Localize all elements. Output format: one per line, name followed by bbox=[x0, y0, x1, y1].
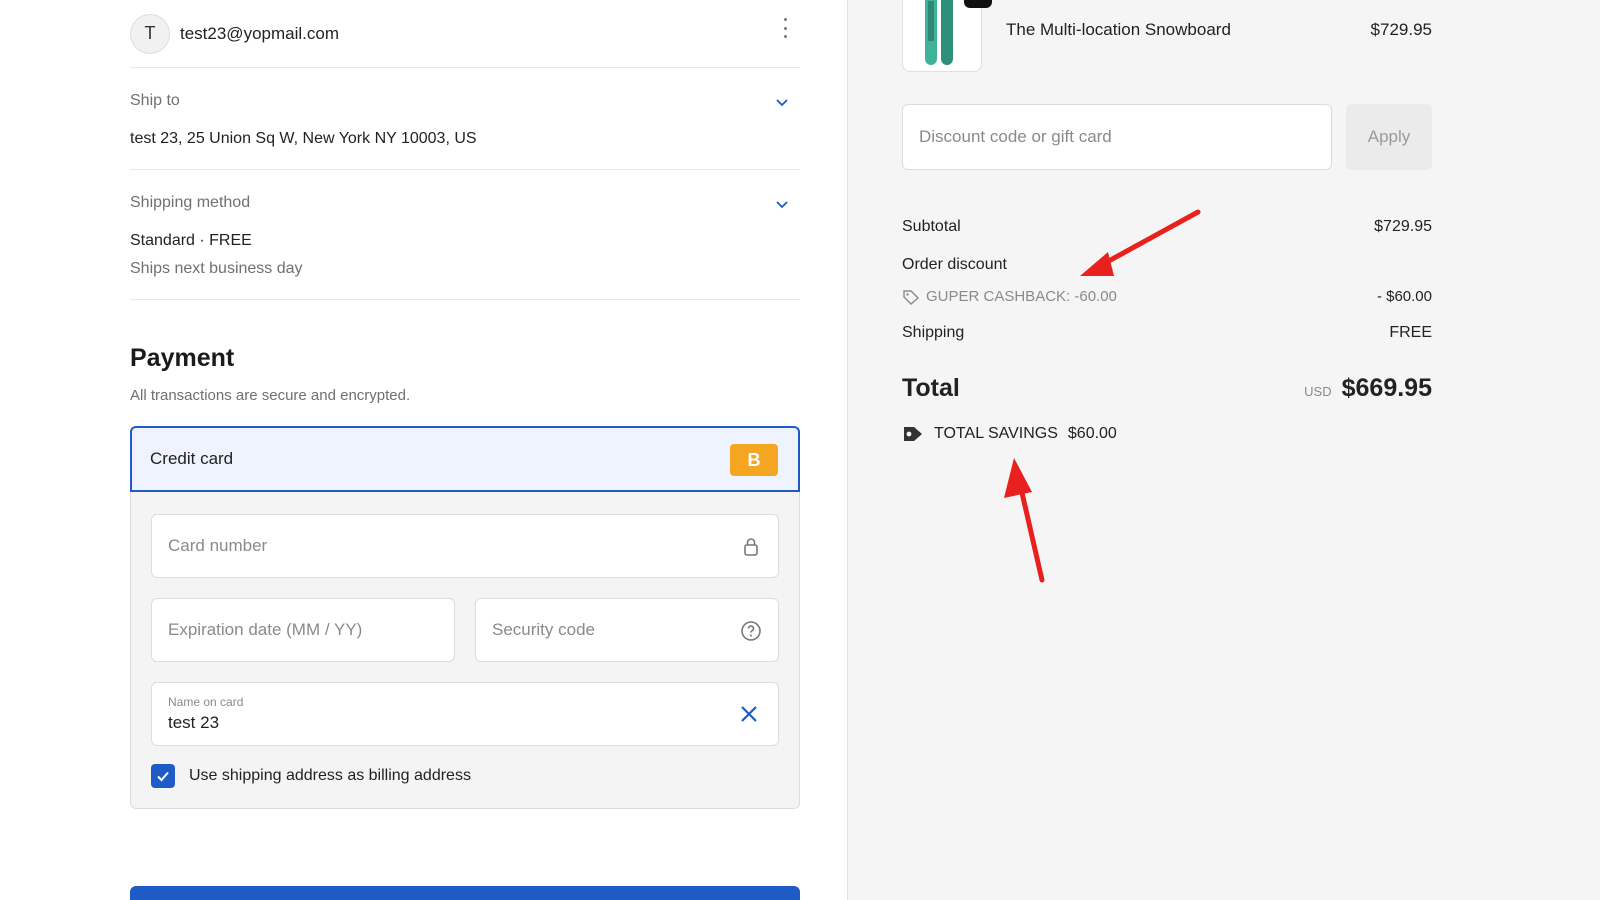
total-savings-value: $60.00 bbox=[1067, 425, 1117, 442]
chevron-down-icon[interactable] bbox=[774, 196, 790, 212]
checkout-form-column: T test23@yopmail.com Ship to test 23, 25… bbox=[0, 0, 848, 900]
help-icon[interactable] bbox=[740, 620, 762, 642]
savings-tag-icon bbox=[904, 427, 922, 441]
payment-subtitle: All transactions are secure and encrypte… bbox=[130, 387, 411, 404]
checkmark-icon bbox=[157, 771, 169, 782]
total-savings-row: TOTAL SAVINGS $60.00 bbox=[902, 424, 1117, 444]
contact-row: T test23@yopmail.com bbox=[130, 0, 800, 68]
checkout-page: T test23@yopmail.com Ship to test 23, 25… bbox=[0, 0, 1600, 900]
discount-code-input[interactable]: Discount code or gift card bbox=[902, 104, 1332, 170]
discount-code-row: GUPER CASHBACK: -60.00 - $60.00 bbox=[902, 288, 1432, 305]
pay-now-button[interactable] bbox=[130, 886, 800, 900]
name-on-card-field[interactable]: Name on card test 23 bbox=[151, 682, 779, 746]
credit-card-option[interactable]: Credit card B bbox=[130, 426, 800, 492]
total-label: Total bbox=[902, 374, 960, 402]
credit-card-label: Credit card bbox=[150, 449, 234, 468]
card-number-field[interactable]: Card number bbox=[151, 514, 779, 578]
checkout-form: T test23@yopmail.com Ship to test 23, 25… bbox=[130, 0, 800, 809]
subtotal-value: $729.95 bbox=[1374, 218, 1432, 235]
order-summary-column: The Multi-location Snowboard $729.95 Dis… bbox=[848, 0, 1600, 900]
discount-code-placeholder: Discount code or gift card bbox=[919, 127, 1112, 146]
expiration-date-field[interactable]: Expiration date (MM / YY) bbox=[151, 598, 455, 662]
shipping-method-value: Standard · FREE bbox=[130, 232, 252, 249]
security-code-placeholder: Security code bbox=[492, 620, 595, 639]
product-name: The Multi-location Snowboard bbox=[1006, 20, 1231, 39]
ship-to-label: Ship to bbox=[130, 92, 180, 109]
lock-icon bbox=[744, 538, 758, 556]
subtotal-label: Subtotal bbox=[902, 218, 961, 235]
product-thumbnail bbox=[902, 0, 982, 72]
name-on-card-label: Name on card bbox=[168, 695, 244, 709]
billing-address-row: Use shipping address as billing address bbox=[151, 764, 779, 788]
discount-value: - $60.00 bbox=[1376, 288, 1432, 305]
shipping-method-label: Shipping method bbox=[130, 194, 251, 211]
chevron-down-icon[interactable] bbox=[774, 94, 790, 110]
avatar: T bbox=[130, 13, 170, 54]
clear-icon[interactable] bbox=[738, 703, 760, 725]
shipping-value: FREE bbox=[1389, 324, 1432, 341]
snowboard-image bbox=[925, 0, 953, 65]
shipping-method-section: Shipping method Standard · FREE Ships ne… bbox=[130, 170, 800, 300]
billing-address-checkbox[interactable] bbox=[151, 764, 175, 788]
total-savings-label: TOTAL SAVINGS bbox=[934, 425, 1058, 442]
annotation-arrow-discount bbox=[1080, 209, 1201, 276]
payment-title: Payment bbox=[130, 344, 235, 372]
total-value: $669.95 bbox=[1341, 374, 1432, 402]
payment-section: Payment All transactions are secure and … bbox=[130, 344, 800, 809]
total-row: Total USD $669.95 bbox=[902, 374, 1432, 403]
contact-email: test23@yopmail.com bbox=[180, 23, 339, 43]
ship-to-section: Ship to test 23, 25 Union Sq W, New York… bbox=[130, 68, 800, 170]
payment-box: Credit card B Card number Expiration dat… bbox=[130, 426, 800, 809]
shipping-method-sub: Ships next business day bbox=[130, 260, 303, 277]
product-price: $729.95 bbox=[1370, 20, 1432, 39]
more-options-icon[interactable] bbox=[784, 18, 790, 38]
shipping-row: Shipping FREE bbox=[902, 324, 1432, 342]
card-number-placeholder: Card number bbox=[168, 536, 268, 555]
apply-button[interactable]: Apply bbox=[1346, 104, 1432, 170]
currency-code: USD bbox=[1304, 384, 1332, 399]
quantity-badge bbox=[964, 0, 992, 8]
ship-to-address: test 23, 25 Union Sq W, New York NY 1000… bbox=[130, 130, 477, 147]
card-brand-badge: B bbox=[730, 444, 778, 476]
discount-code-label: GUPER CASHBACK: -60.00 bbox=[926, 288, 1117, 305]
order-discount-label: Order discount bbox=[902, 256, 1007, 273]
tag-icon bbox=[903, 289, 920, 305]
billing-address-label: Use shipping address as billing address bbox=[189, 767, 471, 784]
card-fields: Card number Expiration date (MM / YY) Se… bbox=[131, 492, 799, 808]
expiration-placeholder: Expiration date (MM / YY) bbox=[168, 620, 363, 639]
security-code-field[interactable]: Security code bbox=[475, 598, 779, 662]
name-on-card-value: test 23 bbox=[168, 713, 220, 732]
shipping-label: Shipping bbox=[902, 324, 965, 341]
annotation-arrow-savings bbox=[1004, 458, 1045, 583]
